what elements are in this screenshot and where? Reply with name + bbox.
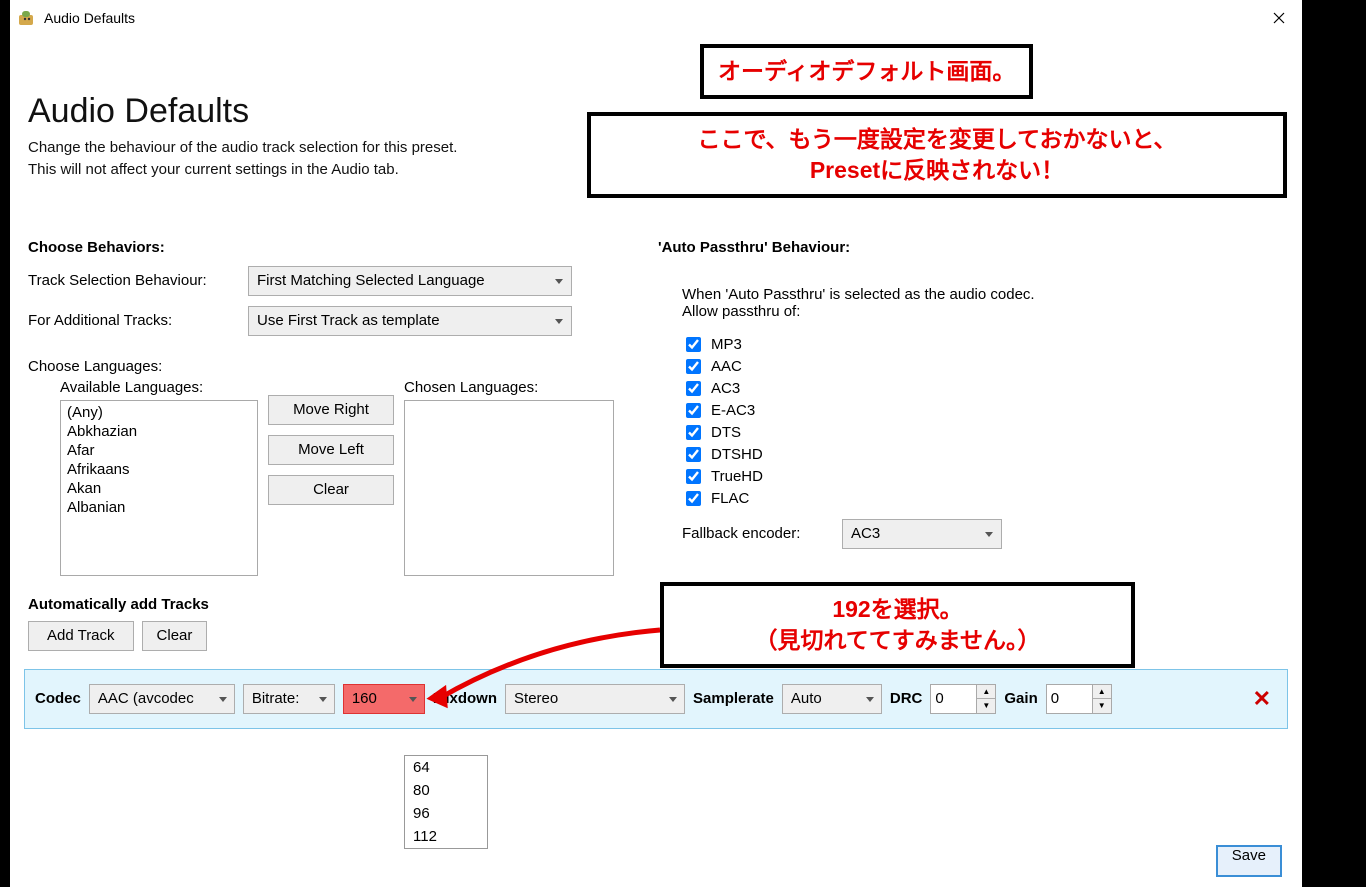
passthru-ac3-checkbox[interactable]: AC3 [682, 378, 1284, 399]
bitrate-option[interactable]: 64 [405, 756, 487, 779]
passthru-eac3-checkbox[interactable]: E-AC3 [682, 400, 1284, 421]
available-languages-label: Available Languages: [60, 379, 258, 396]
callout-2: ここで、もう一度設定を変更しておかないと、Presetに反映されない！ [587, 112, 1287, 198]
spin-down-icon[interactable]: ▼ [1093, 699, 1111, 713]
move-right-button[interactable]: Move Right [268, 395, 394, 425]
bitrate-value-dropdown[interactable]: 160 [343, 684, 425, 714]
list-item[interactable]: Albanian [65, 498, 253, 517]
list-item[interactable]: Akan [65, 479, 253, 498]
chosen-languages-list[interactable] [404, 400, 614, 576]
gain-label: Gain [1004, 690, 1037, 707]
drc-label: DRC [890, 690, 923, 707]
additional-tracks-label: For Additional Tracks: [28, 312, 248, 329]
clear-languages-button[interactable]: Clear [268, 475, 394, 505]
passthru-aac-checkbox[interactable]: AAC [682, 356, 1284, 377]
callout-1: オーディオデフォルト画面。 [700, 44, 1033, 99]
passthru-truehd-checkbox[interactable]: TrueHD [682, 466, 1284, 487]
track-selection-label: Track Selection Behaviour: [28, 272, 248, 289]
delete-track-button[interactable]: ✕ [1253, 686, 1271, 712]
spin-down-icon[interactable]: ▼ [977, 699, 995, 713]
close-button[interactable] [1256, 0, 1302, 36]
codec-label: Codec [35, 690, 81, 707]
choose-languages-heading: Choose Languages: [28, 358, 638, 375]
save-button[interactable]: Save [1216, 845, 1282, 877]
passthru-flac-checkbox[interactable]: FLAC [682, 488, 1284, 509]
bitrate-option[interactable]: 80 [405, 779, 487, 802]
clear-tracks-button[interactable]: Clear [142, 621, 208, 651]
bitrate-option[interactable]: 96 [405, 802, 487, 825]
fallback-encoder-label: Fallback encoder: [682, 525, 842, 542]
gain-spinner[interactable]: ▲▼ [1046, 684, 1112, 714]
app-icon [16, 7, 38, 29]
callout-3: 192を選択。（見切れててすみません。） [660, 582, 1135, 668]
spin-up-icon[interactable]: ▲ [1093, 685, 1111, 700]
passthru-desc-2: Allow passthru of: [682, 303, 1284, 320]
auto-passthru-heading: 'Auto Passthru' Behaviour: [658, 239, 1284, 256]
passthru-dts-checkbox[interactable]: DTS [682, 422, 1284, 443]
move-left-button[interactable]: Move Left [268, 435, 394, 465]
titlebar: Audio Defaults [10, 0, 1302, 36]
list-item[interactable]: Afrikaans [65, 460, 253, 479]
auto-add-tracks-heading: Automatically add Tracks [28, 596, 638, 613]
bitrate-options-dropdown[interactable]: 64 80 96 112 [404, 755, 488, 849]
track-selection-dropdown[interactable]: First Matching Selected Language [248, 266, 572, 296]
passthru-dtshd-checkbox[interactable]: DTSHD [682, 444, 1284, 465]
add-track-button[interactable]: Add Track [28, 621, 134, 651]
list-item[interactable]: (Any) [65, 403, 253, 422]
additional-tracks-dropdown[interactable]: Use First Track as template [248, 306, 572, 336]
window-title: Audio Defaults [44, 10, 135, 26]
drc-spinner[interactable]: ▲▼ [930, 684, 996, 714]
spin-up-icon[interactable]: ▲ [977, 685, 995, 700]
list-item[interactable]: Abkhazian [65, 422, 253, 441]
list-item[interactable]: Afar [65, 441, 253, 460]
passthru-desc-1: When 'Auto Passthru' is selected as the … [682, 286, 1284, 303]
bitrate-option[interactable]: 112 [405, 825, 487, 848]
arrow-icon [420, 620, 680, 730]
bitrate-mode-dropdown[interactable]: Bitrate: [243, 684, 335, 714]
codec-dropdown[interactable]: AAC (avcodec [89, 684, 235, 714]
samplerate-label: Samplerate [693, 690, 774, 707]
passthru-mp3-checkbox[interactable]: MP3 [682, 334, 1284, 355]
chosen-languages-label: Chosen Languages: [404, 379, 614, 396]
fallback-encoder-dropdown[interactable]: AC3 [842, 519, 1002, 549]
available-languages-list[interactable]: (Any) Abkhazian Afar Afrikaans Akan Alba… [60, 400, 258, 576]
choose-behaviors-heading: Choose Behaviors: [28, 239, 638, 256]
samplerate-dropdown[interactable]: Auto [782, 684, 882, 714]
